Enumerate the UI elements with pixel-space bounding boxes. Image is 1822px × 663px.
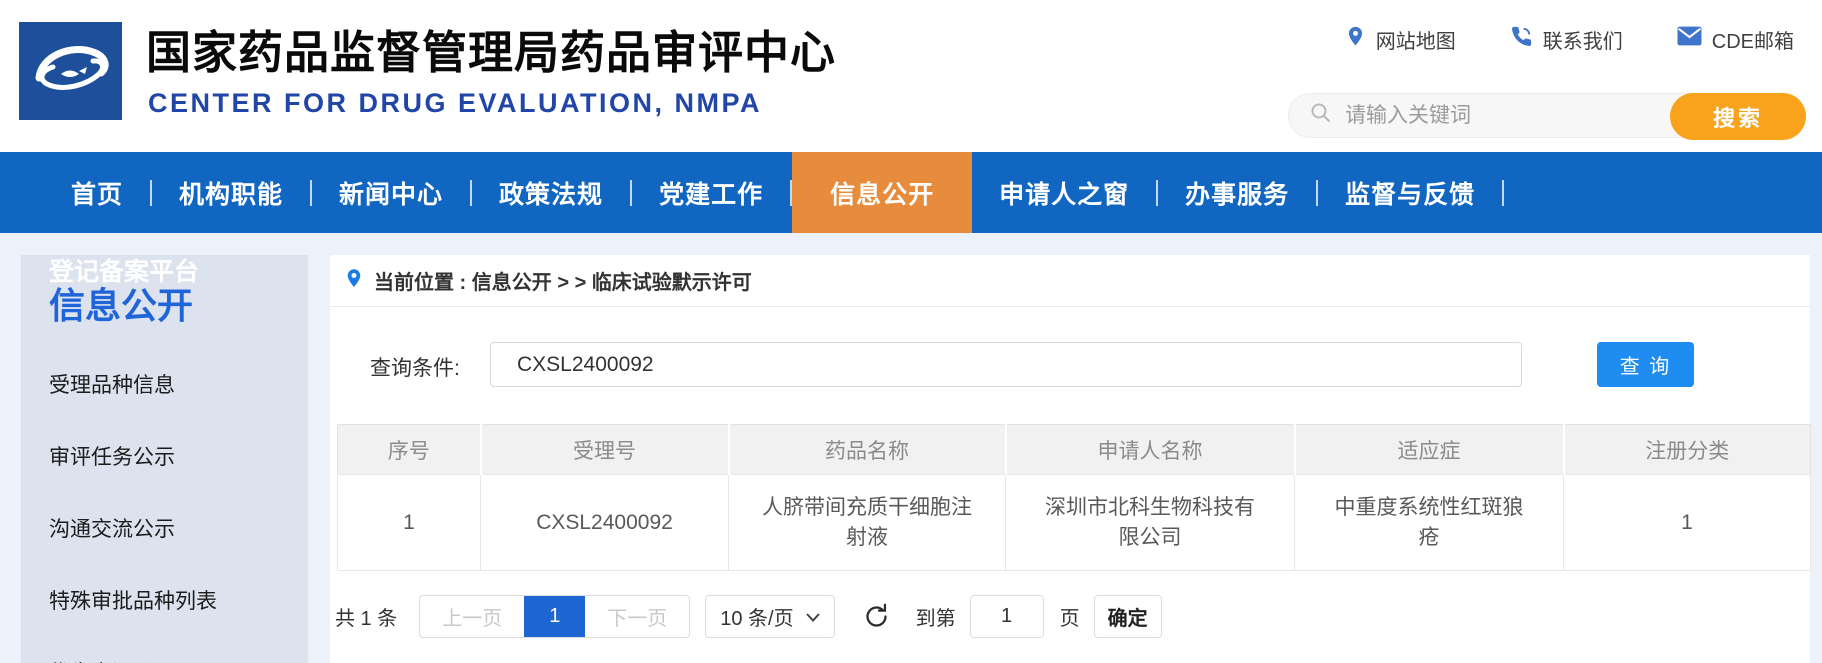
query-condition-input[interactable] bbox=[490, 342, 1522, 387]
chevron-down-icon bbox=[806, 605, 820, 628]
table-row: 1 CXSL2400092 人脐带间充质干细胞注射液 深圳市北科生物科技有限公司… bbox=[338, 475, 1811, 571]
total-count-label: 共 1 条 bbox=[335, 602, 397, 631]
col-header-acceptance-no: 受理号 bbox=[481, 425, 729, 475]
mailbox-label: CDE邮箱 bbox=[1712, 25, 1794, 54]
sidebar-item-accepted-varieties[interactable]: 受理品种信息 bbox=[49, 369, 308, 391]
contact-label: 联系我们 bbox=[1543, 25, 1623, 54]
sidebar-item-priority-review[interactable]: 优先审评公示 bbox=[49, 657, 308, 663]
sidebar-menu: 受理品种信息 审评任务公示 沟通交流公示 特殊审批品种列表 优先审评公示 bbox=[49, 369, 308, 663]
query-condition-label: 查询条件: bbox=[370, 352, 460, 382]
header-quick-links: 网站地图 联系我们 CDE邮箱 bbox=[1345, 24, 1794, 54]
breadcrumb-text: 当前位置 : 信息公开 > > 临床试验默示许可 bbox=[374, 266, 752, 295]
main-panel: 当前位置 : 信息公开 > > 临床试验默示许可 查询条件: 查 询 序号 受理… bbox=[330, 255, 1810, 663]
search-icon bbox=[1309, 101, 1333, 130]
col-header-registration-class: 注册分类 bbox=[1564, 425, 1811, 475]
sidebar-section-title: 信息公开 bbox=[49, 287, 308, 325]
col-header-drug-name: 药品名称 bbox=[729, 425, 1006, 475]
results-table: 序号 受理号 药品名称 申请人名称 适应症 注册分类 1 CXSL2400092… bbox=[337, 424, 1811, 571]
page-size-value: 10 条/页 bbox=[720, 602, 793, 631]
mailbox-link[interactable]: CDE邮箱 bbox=[1677, 25, 1794, 54]
goto-page-input[interactable] bbox=[970, 595, 1044, 638]
pagination: 共 1 条 上一页 1 下一页 10 条/页 到第 页 确定 bbox=[335, 595, 1162, 638]
goto-page-label: 到第 bbox=[916, 602, 956, 631]
sidebar-item-special-approval[interactable]: 特殊审批品种列表 bbox=[49, 585, 308, 607]
col-header-indication: 适应症 bbox=[1295, 425, 1564, 475]
nav-separator bbox=[1502, 180, 1504, 206]
cell-registration-class: 1 bbox=[1564, 475, 1811, 571]
sidebar-item-communication[interactable]: 沟通交流公示 bbox=[49, 513, 308, 535]
cell-applicant: 深圳市北科生物科技有限公司 bbox=[1006, 475, 1295, 571]
pager-group: 上一页 1 下一页 bbox=[419, 595, 690, 638]
sitemap-link[interactable]: 网站地图 bbox=[1345, 24, 1456, 54]
nav-item-home[interactable]: 首页 bbox=[44, 175, 150, 211]
cell-indication: 中重度系统性红斑狼疮 bbox=[1295, 475, 1564, 571]
contact-link[interactable]: 联系我们 bbox=[1510, 25, 1623, 54]
sidebar-item-review-tasks[interactable]: 审评任务公示 bbox=[49, 441, 308, 463]
prev-page-button[interactable]: 上一页 bbox=[420, 596, 524, 637]
goto-page-unit: 页 bbox=[1060, 602, 1080, 631]
map-pin-icon bbox=[1345, 24, 1366, 54]
current-page-button[interactable]: 1 bbox=[524, 596, 585, 637]
sidebar-platform-title: 登记备案平台 bbox=[49, 258, 308, 286]
col-header-applicant: 申请人名称 bbox=[1006, 425, 1295, 475]
cde-logo bbox=[19, 22, 122, 120]
col-header-seq: 序号 bbox=[338, 425, 481, 475]
cell-seq: 1 bbox=[338, 475, 481, 571]
page-title: 国家药品监督管理局药品审评中心 bbox=[146, 16, 836, 81]
refresh-icon[interactable] bbox=[863, 603, 890, 630]
breadcrumb: 当前位置 : 信息公开 > > 临床试验默示许可 bbox=[330, 255, 1810, 307]
nav-item-services[interactable]: 办事服务 bbox=[1158, 175, 1316, 211]
cell-drug-name: 人脐带间充质干细胞注射液 bbox=[729, 475, 1006, 571]
query-button[interactable]: 查 询 bbox=[1597, 342, 1694, 387]
sidebar: 登记备案平台 信息公开 受理品种信息 审评任务公示 沟通交流公示 特殊审批品种列… bbox=[21, 255, 308, 663]
location-pin-icon bbox=[344, 266, 364, 296]
nav-item-supervision[interactable]: 监督与反馈 bbox=[1318, 175, 1502, 211]
nav-item-info-disclosure[interactable]: 信息公开 bbox=[792, 152, 972, 233]
nav-item-functions[interactable]: 机构职能 bbox=[152, 175, 310, 211]
nav-item-policy[interactable]: 政策法规 bbox=[472, 175, 630, 211]
phone-icon bbox=[1510, 25, 1533, 54]
search-input[interactable] bbox=[1345, 104, 1665, 128]
next-page-button[interactable]: 下一页 bbox=[585, 596, 689, 637]
page-subtitle: CENTER FOR DRUG EVALUATION, NMPA bbox=[148, 88, 762, 119]
nav-item-news[interactable]: 新闻中心 bbox=[312, 175, 470, 211]
nav-item-applicant-window[interactable]: 申请人之窗 bbox=[972, 175, 1156, 211]
cell-acceptance-no: CXSL2400092 bbox=[481, 475, 729, 571]
page-size-select[interactable]: 10 条/页 bbox=[705, 595, 834, 638]
sitemap-label: 网站地图 bbox=[1376, 25, 1456, 54]
site-header: 国家药品监督管理局药品审评中心 CENTER FOR DRUG EVALUATI… bbox=[0, 0, 1822, 152]
main-nav: 首页 机构职能 新闻中心 政策法规 党建工作 信息公开 申请人之窗 办事服务 监… bbox=[0, 152, 1822, 233]
table-header-row: 序号 受理号 药品名称 申请人名称 适应症 注册分类 bbox=[338, 425, 1811, 475]
mail-icon bbox=[1677, 26, 1702, 52]
search-button[interactable]: 搜索 bbox=[1670, 93, 1806, 140]
content-area: 登记备案平台 信息公开 受理品种信息 审评任务公示 沟通交流公示 特殊审批品种列… bbox=[0, 233, 1822, 663]
nav-item-party[interactable]: 党建工作 bbox=[632, 175, 790, 211]
site-search-bar: 搜索 bbox=[1288, 93, 1806, 138]
confirm-button[interactable]: 确定 bbox=[1094, 595, 1162, 638]
